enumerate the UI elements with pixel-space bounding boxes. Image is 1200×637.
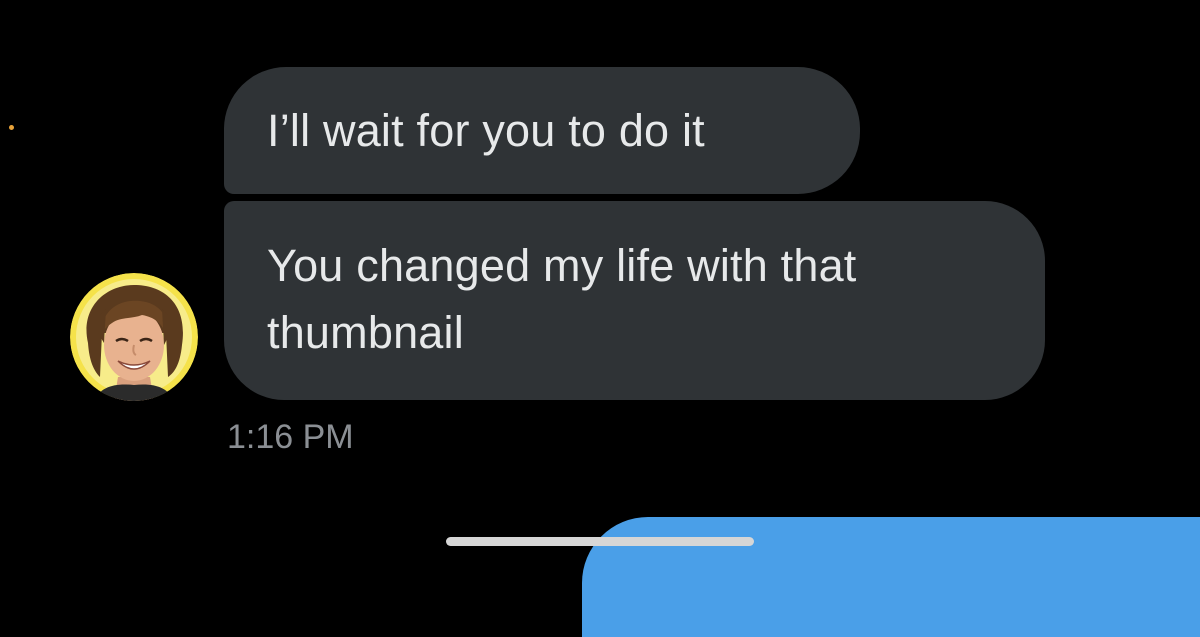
message-text: You changed my life with that thumbnail [267,240,857,358]
status-dot [9,125,14,130]
message-timestamp: 1:16 PM [227,418,354,456]
message-bubble[interactable]: I’ll wait for you to do it [224,67,860,194]
avatar[interactable] [70,273,198,401]
avatar-image [70,273,198,401]
home-indicator[interactable] [446,537,754,546]
message-bubble[interactable]: You changed my life with that thumbnail [224,201,1045,400]
outgoing-message-bubble[interactable] [582,517,1200,637]
message-text: I’ll wait for you to do it [267,105,705,156]
